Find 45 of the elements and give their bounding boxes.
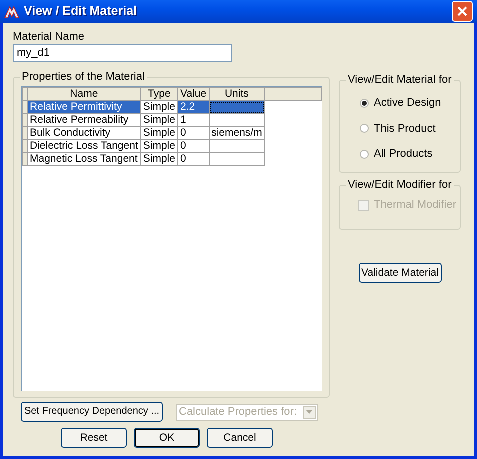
radio-button[interactable] <box>360 150 369 159</box>
close-button[interactable] <box>452 1 473 22</box>
radio-label[interactable]: This Product <box>374 120 436 137</box>
table-cell[interactable]: 1 <box>178 114 210 126</box>
table-cell[interactable]: Simple <box>140 114 178 126</box>
table-cell[interactable]: 0 <box>178 140 210 152</box>
row-header[interactable] <box>22 140 28 152</box>
app-logo-icon <box>4 4 20 18</box>
table-cell[interactable]: Relative Permeability <box>28 114 141 126</box>
table-cell[interactable] <box>209 100 265 114</box>
column-header[interactable]: Type <box>140 88 178 100</box>
dialog-button[interactable]: Cancel <box>207 428 273 448</box>
row-header[interactable] <box>22 100 28 114</box>
table-cell[interactable] <box>209 140 265 152</box>
group-title: Properties of the Material <box>20 71 147 84</box>
table-cell[interactable] <box>209 152 265 166</box>
column-header[interactable]: Value <box>178 88 210 100</box>
table-cell[interactable]: Bulk Conductivity <box>28 126 141 140</box>
material-name-field[interactable]: my_d1 <box>13 44 232 62</box>
set-frequency-button[interactable]: Set Frequency Dependency ... <box>21 402 163 422</box>
table-cell[interactable]: Simple <box>140 126 178 140</box>
radio-button[interactable] <box>360 124 369 134</box>
row-header[interactable] <box>22 114 28 126</box>
row-header[interactable] <box>22 152 28 166</box>
table-cell[interactable]: siemens/m <box>209 126 265 140</box>
field-label: Material Name <box>13 31 86 44</box>
validate-material-button[interactable]: Validate Material <box>358 263 442 283</box>
window-title: View / Edit Material <box>24 3 138 20</box>
table-cell[interactable]: Dielectric Loss Tangent <box>28 140 141 152</box>
radio-button[interactable] <box>360 98 369 108</box>
table-cell[interactable]: Simple <box>140 140 178 152</box>
radio-label[interactable]: All Products <box>374 146 433 162</box>
table-cell[interactable] <box>209 114 265 126</box>
column-header[interactable]: Units <box>209 88 265 100</box>
dialog-button[interactable]: OK <box>134 428 200 448</box>
table-cell[interactable]: 0 <box>178 126 210 140</box>
table-cell[interactable]: Magnetic Loss Tangent <box>28 152 141 166</box>
radio-label[interactable]: Active Design <box>374 95 442 112</box>
table-cell[interactable]: Simple <box>140 152 178 166</box>
table-cell[interactable]: 0 <box>178 152 210 166</box>
column-header[interactable]: Name <box>28 88 141 100</box>
close-icon <box>457 6 468 17</box>
table-cell[interactable]: Relative Permittivity <box>28 100 141 114</box>
dialog-button[interactable]: Reset <box>61 428 127 448</box>
row-header[interactable] <box>22 126 28 140</box>
